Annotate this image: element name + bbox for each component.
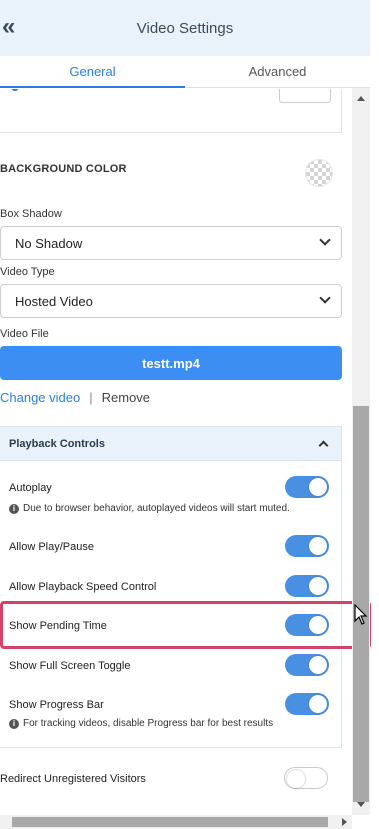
settings-content: BACKGROUND COLOR Box Shadow No Shadow Vi…	[0, 89, 352, 816]
previous-section-panel	[0, 89, 342, 133]
color-picker-swatch[interactable]	[305, 159, 333, 187]
chevron-down-icon	[319, 234, 331, 246]
info-icon: i	[9, 718, 19, 729]
panel-title: Video Settings	[136, 19, 234, 37]
autoplay-toggle[interactable]	[285, 476, 329, 498]
background-color-label: BACKGROUND COLOR	[0, 163, 127, 175]
play-pause-label: Allow Play/Pause	[9, 541, 94, 553]
link-separator: |	[89, 390, 93, 405]
tab-general[interactable]: General	[0, 56, 185, 88]
progress-bar-note: i For tracking videos, disable Progress …	[9, 718, 273, 729]
hscrollbar-thumb[interactable]	[12, 817, 328, 827]
scroll-down-icon[interactable]	[357, 802, 365, 807]
box-shadow-label: Box Shadow	[0, 208, 62, 220]
box-shadow-value: No Shadow	[15, 235, 83, 251]
autoplay-note: i Due to browser behavior, autoplayed vi…	[9, 503, 290, 514]
video-settings-panel: « Video Settings General Advanced BACKGR…	[0, 0, 379, 829]
previous-input-field[interactable]	[279, 89, 331, 103]
radio-partial-icon	[11, 89, 19, 91]
video-type-label: Video Type	[0, 266, 55, 278]
video-type-value: Hosted Video	[15, 293, 93, 309]
fullscreen-label: Show Full Screen Toggle	[9, 660, 131, 672]
info-icon: i	[9, 503, 19, 514]
video-type-select[interactable]: Hosted Video	[0, 284, 342, 318]
horizontal-scrollbar[interactable]	[0, 815, 352, 829]
chevron-down-icon	[319, 292, 331, 304]
playback-controls-header[interactable]: Playback Controls	[0, 427, 341, 461]
scroll-up-icon[interactable]	[357, 96, 365, 101]
scroll-right-icon[interactable]	[342, 818, 347, 826]
chevron-up-icon	[318, 440, 329, 451]
pending-time-label: Show Pending Time	[9, 620, 107, 632]
settings-tabs: General Advanced	[0, 56, 370, 88]
progress-bar-toggle[interactable]	[285, 693, 329, 715]
play-pause-toggle[interactable]	[285, 535, 329, 557]
redirect-toggle[interactable]	[284, 767, 328, 789]
tab-advanced[interactable]: Advanced	[185, 56, 370, 87]
remove-video-link[interactable]: Remove	[102, 390, 150, 405]
speed-control-toggle[interactable]	[285, 575, 329, 597]
video-file-button[interactable]: testt.mp4	[0, 346, 342, 380]
pending-time-toggle[interactable]	[285, 614, 329, 636]
video-file-label: Video File	[0, 328, 49, 340]
playback-controls-title: Playback Controls	[9, 437, 105, 450]
fullscreen-toggle[interactable]	[285, 654, 329, 676]
autoplay-label: Autoplay	[9, 482, 52, 494]
redirect-label: Redirect Unregistered Visitors	[0, 773, 146, 785]
vertical-scrollbar[interactable]	[352, 88, 370, 815]
mouse-cursor-icon	[354, 604, 368, 625]
speed-control-label: Allow Playback Speed Control	[9, 581, 157, 593]
chevrons-left-icon[interactable]: «	[2, 15, 22, 39]
change-video-link[interactable]: Change video	[0, 390, 80, 405]
playback-controls-section: Playback Controls Autoplay i Due to brow…	[0, 426, 342, 748]
progress-bar-label: Show Progress Bar	[9, 699, 104, 711]
box-shadow-select[interactable]: No Shadow	[0, 226, 342, 260]
video-file-actions: Change video | Remove	[0, 390, 150, 405]
panel-header: « Video Settings	[0, 0, 370, 56]
